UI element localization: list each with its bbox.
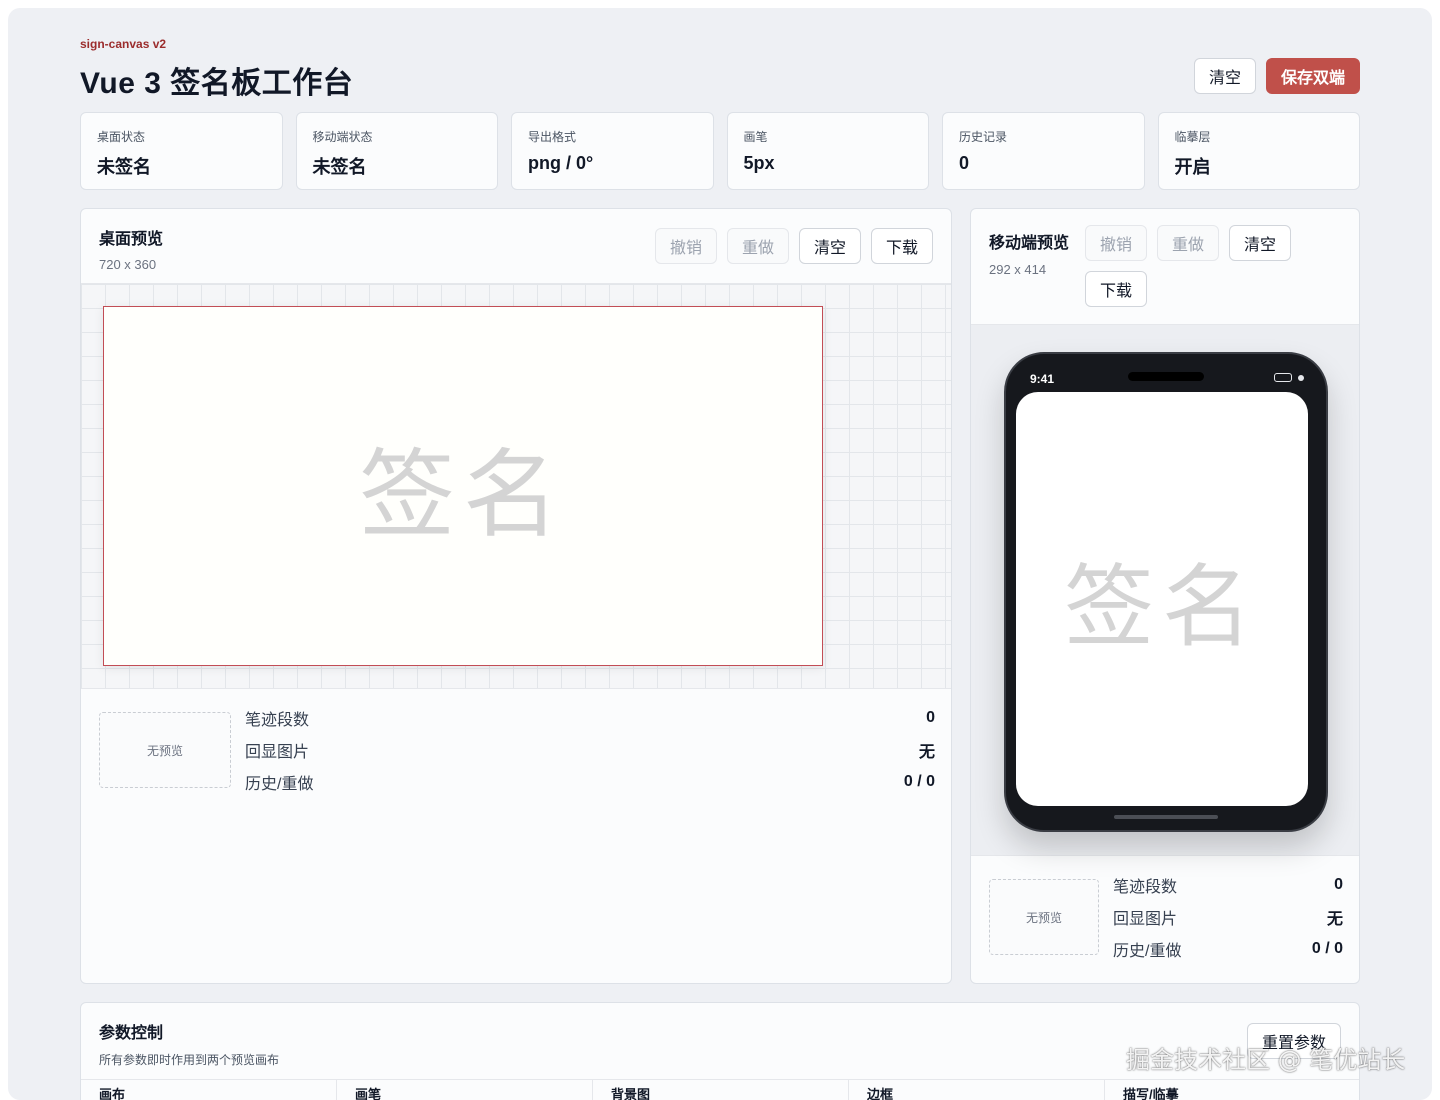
desktop-canvas-size: 720 x 360 [99, 257, 157, 272]
mobile-toolbar: 撤销 重做 清空 下载 [1085, 225, 1315, 307]
stat-value: 未签名 [97, 157, 151, 177]
mobile-info-list: 笔迹段数 0 回显图片 无 历史/重做 0 / 0 [1113, 869, 1343, 965]
stat-label: 移动端状态 [312, 130, 373, 144]
params-subtitle: 所有参数即时作用到两个预览画布 [99, 1053, 280, 1067]
status-cards: 桌面状态 未签名 移动端状态 未签名 导出格式 png / 0° 画笔 5px … [80, 112, 1360, 190]
stat-value: 0 [959, 153, 970, 173]
phone-frame: 9:41 签名 [1004, 352, 1328, 832]
info-value: 0 [1334, 876, 1343, 893]
desktop-redo-button[interactable]: 重做 [727, 228, 789, 264]
mobile-undo-button[interactable]: 撤销 [1085, 225, 1147, 261]
desktop-signature-canvas[interactable]: 签名 [103, 306, 823, 666]
mobile-canvas-size: 292 x 414 [989, 262, 1047, 277]
mobile-clear-button[interactable]: 清空 [1229, 225, 1291, 261]
info-row-echo-image: 回显图片 无 [245, 734, 935, 766]
info-key: 回显图片 [245, 744, 310, 761]
params-title: 参数控制 [99, 1025, 164, 1042]
info-key: 笔迹段数 [245, 712, 310, 729]
mobile-preview-thumbnail: 无预览 [989, 879, 1099, 955]
page-title: Vue 3 签名板工作台 [80, 67, 354, 100]
mobile-panel-title: 移动端预览 [989, 235, 1070, 252]
mobile-panel-header: 移动端预览 292 x 414 [989, 233, 1069, 277]
info-row-strokes: 笔迹段数 0 [1113, 869, 1343, 901]
info-value: 无 [918, 744, 935, 761]
desktop-undo-button[interactable]: 撤销 [655, 228, 717, 264]
params-columns: 画布 画笔 背景图 边框 描写/临摹 [81, 1079, 1359, 1100]
stat-value: png / 0° [528, 153, 594, 173]
stat-label: 临摹层 [1174, 130, 1211, 144]
desktop-panel-title: 桌面预览 [99, 231, 164, 248]
info-key: 历史/重做 [1113, 943, 1182, 960]
mobile-canvas-stage: 9:41 签名 [971, 324, 1359, 856]
site-watermark: 掘金技术社区 @ 笔优站长 [1126, 1046, 1406, 1074]
stat-label: 历史记录 [959, 130, 1008, 144]
stat-label: 导出格式 [528, 130, 577, 144]
info-row-echo-image: 回显图片 无 [1113, 901, 1343, 933]
desktop-canvas-stage: 签名 [81, 283, 951, 689]
info-key: 笔迹段数 [1113, 879, 1178, 896]
params-col-canvas: 画布 [81, 1080, 337, 1100]
stat-value: 5px [743, 153, 775, 173]
phone-notch [1128, 372, 1204, 381]
mobile-preview-panel: 移动端预览 292 x 414 撤销 重做 清空 下载 9:41 签名 无预览 [970, 208, 1360, 984]
info-row-history: 历史/重做 0 / 0 [1113, 933, 1343, 965]
signature-placeholder-watermark: 签名 [1064, 555, 1260, 660]
stat-card-trace-layer: 临摹层 开启 [1157, 112, 1360, 190]
stat-card-history: 历史记录 0 [942, 112, 1145, 190]
workbench: sign-canvas v2 Vue 3 签名板工作台 清空 保存双端 桌面状态… [80, 0, 1360, 1100]
params-col-background: 背景图 [593, 1080, 849, 1100]
desktop-toolbar: 撤销 重做 清空 下载 [655, 228, 933, 264]
stat-card-export-format: 导出格式 png / 0° [511, 112, 714, 190]
desktop-preview-panel: 桌面预览 720 x 360 撤销 重做 清空 下载 签名 无预览 笔迹段数 0… [80, 208, 952, 984]
params-col-trace: 描写/临摹 [1123, 1087, 1179, 1100]
stat-value: 未签名 [312, 157, 367, 177]
info-value: 0 / 0 [1311, 940, 1343, 957]
params-col-brush: 画笔 [337, 1080, 593, 1100]
stat-card-brush: 画笔 5px [726, 112, 929, 190]
desktop-preview-thumbnail: 无预览 [99, 712, 231, 788]
camera-dot-icon [1298, 375, 1304, 381]
clear-all-button[interactable]: 清空 [1193, 58, 1256, 94]
info-value: 0 [926, 709, 935, 726]
stat-card-desktop-status: 桌面状态 未签名 [80, 112, 283, 190]
stat-label: 桌面状态 [97, 130, 146, 144]
info-key: 历史/重做 [245, 776, 314, 793]
version-eyebrow: sign-canvas v2 [80, 37, 167, 51]
mobile-download-button[interactable]: 下载 [1085, 271, 1147, 307]
mobile-signature-canvas[interactable]: 签名 [1016, 392, 1308, 806]
desktop-clear-button[interactable]: 清空 [799, 228, 861, 264]
battery-icon [1274, 373, 1292, 382]
params-header: 参数控制 所有参数即时作用到两个预览画布 [99, 1019, 279, 1068]
params-col-border: 边框 [849, 1080, 1105, 1100]
header-actions: 清空 保存双端 [1193, 58, 1360, 94]
stat-value: 开启 [1174, 157, 1211, 177]
info-row-history: 历史/重做 0 / 0 [245, 766, 935, 798]
home-indicator [1114, 815, 1218, 819]
phone-status-time: 9:41 [1030, 372, 1055, 386]
desktop-info-list: 笔迹段数 0 回显图片 无 历史/重做 0 / 0 [245, 702, 935, 798]
desktop-download-button[interactable]: 下载 [871, 228, 933, 264]
save-both-button[interactable]: 保存双端 [1265, 58, 1360, 94]
signature-placeholder-watermark: 签名 [359, 438, 567, 551]
info-value: 0 / 0 [903, 773, 935, 790]
desktop-panel-header: 桌面预览 720 x 360 [99, 225, 163, 272]
stat-card-mobile-status: 移动端状态 未签名 [295, 112, 498, 190]
stat-label: 画笔 [743, 130, 768, 144]
info-value: 无 [1326, 911, 1343, 928]
info-row-strokes: 笔迹段数 0 [245, 702, 935, 734]
mobile-redo-button[interactable]: 重做 [1157, 225, 1219, 261]
info-key: 回显图片 [1113, 911, 1178, 928]
